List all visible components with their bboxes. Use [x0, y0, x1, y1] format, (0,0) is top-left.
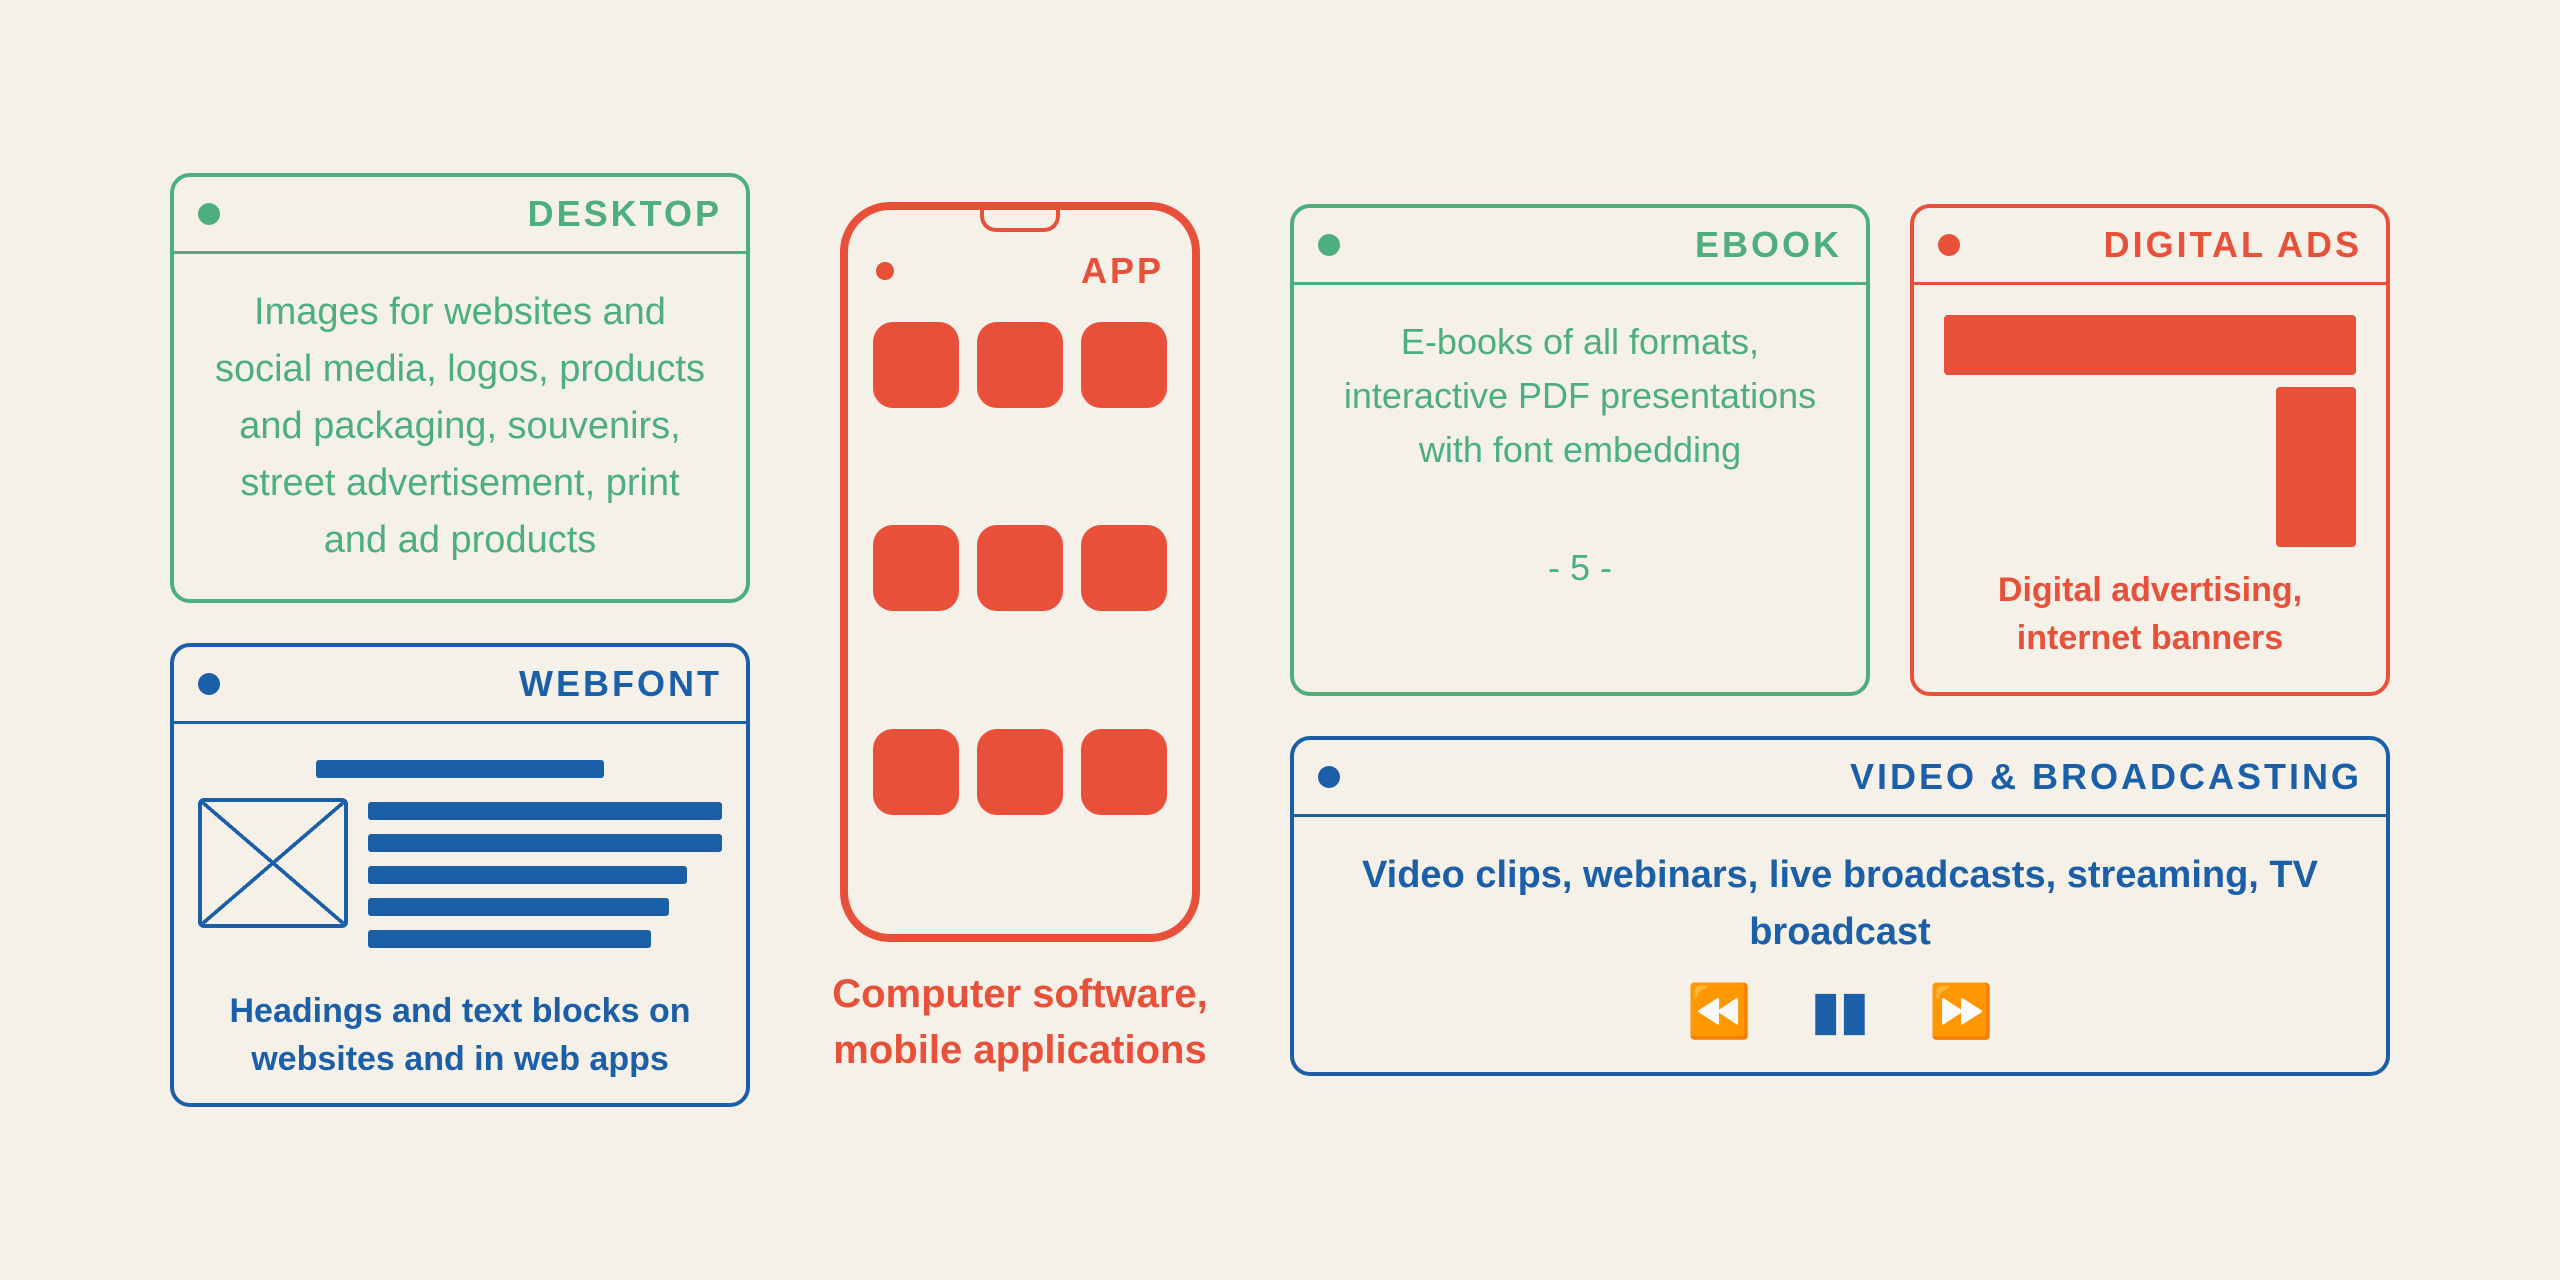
rewind-icon[interactable]: ⏪	[1687, 981, 1752, 1042]
wf-lines	[368, 798, 722, 948]
ebook-card: EBOOK E-books of all formats, interactiv…	[1290, 204, 1870, 696]
ebook-title: EBOOK	[1695, 224, 1842, 266]
wf-content-area	[198, 798, 722, 948]
webfont-dot	[198, 673, 220, 695]
phone-notch	[980, 210, 1060, 232]
desktop-title: DESKTOP	[528, 193, 722, 235]
desktop-card: DESKTOP Images for websites and social m…	[170, 173, 750, 603]
digital-text: Digital advertising, internet banners	[1944, 567, 2356, 662]
app-icon-7	[873, 729, 959, 815]
desktop-text: Images for websites and social media, lo…	[204, 284, 716, 569]
desktop-card-header: DESKTOP	[174, 177, 746, 254]
main-container: DESKTOP Images for websites and social m…	[80, 50, 2480, 1230]
app-icon-2	[977, 322, 1063, 408]
phone: APP	[840, 202, 1200, 942]
digital-title: DIGITAL ADS	[2104, 224, 2362, 266]
wf-line-1	[368, 802, 722, 820]
webfont-mockup	[198, 744, 722, 964]
webfont-card-header: WEBFONT	[174, 647, 746, 724]
wf-title-bar	[316, 760, 604, 778]
wf-line-4	[368, 898, 669, 916]
wf-line-5	[368, 930, 651, 948]
ebook-card-header: EBOOK	[1294, 208, 1866, 285]
desktop-body: Images for websites and social media, lo…	[174, 254, 746, 599]
digital-ad-mockup	[1944, 315, 2356, 547]
phone-dot	[876, 262, 894, 280]
webfont-title: WEBFONT	[519, 663, 722, 705]
app-icon-9	[1081, 729, 1167, 815]
digital-card: DIGITAL ADS Digital advertising, interne…	[1910, 204, 2390, 696]
ebook-body: E-books of all formats, interactive PDF …	[1294, 285, 1866, 625]
fast-forward-icon[interactable]: ⏩	[1929, 981, 1994, 1042]
right-column: EBOOK E-books of all formats, interactiv…	[1290, 204, 2390, 1076]
right-top-row: EBOOK E-books of all formats, interactiv…	[1290, 204, 2390, 696]
phone-header: APP	[848, 220, 1192, 302]
video-text: Video clips, webinars, live broadcasts, …	[1324, 847, 2356, 961]
app-caption: Computer software, mobile applications	[810, 966, 1230, 1078]
ebook-text: E-books of all formats, interactive PDF …	[1324, 315, 1836, 477]
ebook-page: - 5 -	[1548, 541, 1612, 595]
video-card: VIDEO & BROADCASTING Video clips, webina…	[1290, 736, 2390, 1076]
digital-card-header: DIGITAL ADS	[1914, 208, 2386, 285]
wf-line-2	[368, 834, 722, 852]
da-row	[1944, 387, 2356, 547]
left-column: DESKTOP Images for websites and social m…	[170, 173, 750, 1107]
app-icon-8	[977, 729, 1063, 815]
digital-dot	[1938, 234, 1960, 256]
da-side-banner	[2276, 387, 2356, 547]
da-banner-top	[1944, 315, 2356, 375]
ebook-dot	[1318, 234, 1340, 256]
app-label: APP	[1081, 250, 1164, 292]
video-controls: ⏪ ▮▮ ⏩	[1324, 981, 2356, 1042]
app-icon-4	[873, 525, 959, 611]
wf-image-placeholder	[198, 798, 348, 928]
desktop-dot	[198, 203, 220, 225]
webfont-card: WEBFONT Headi	[170, 643, 750, 1107]
pause-icon[interactable]: ▮▮	[1811, 981, 1868, 1042]
app-icon-3	[1081, 322, 1167, 408]
webfont-body: Headings and text blocks on websites and…	[174, 724, 746, 1103]
video-title: VIDEO & BROADCASTING	[1850, 756, 2362, 798]
center-column: APP Computer software, mobile applicatio…	[810, 202, 1230, 1078]
video-body: Video clips, webinars, live broadcasts, …	[1294, 817, 2386, 1072]
webfont-caption: Headings and text blocks on websites and…	[198, 988, 722, 1083]
video-dot	[1318, 766, 1340, 788]
wf-line-3	[368, 866, 687, 884]
app-icon-5	[977, 525, 1063, 611]
app-icon-6	[1081, 525, 1167, 611]
app-icon-1	[873, 322, 959, 408]
app-grid	[843, 302, 1197, 934]
digital-body: Digital advertising, internet banners	[1914, 285, 2386, 692]
video-card-header: VIDEO & BROADCASTING	[1294, 740, 2386, 817]
